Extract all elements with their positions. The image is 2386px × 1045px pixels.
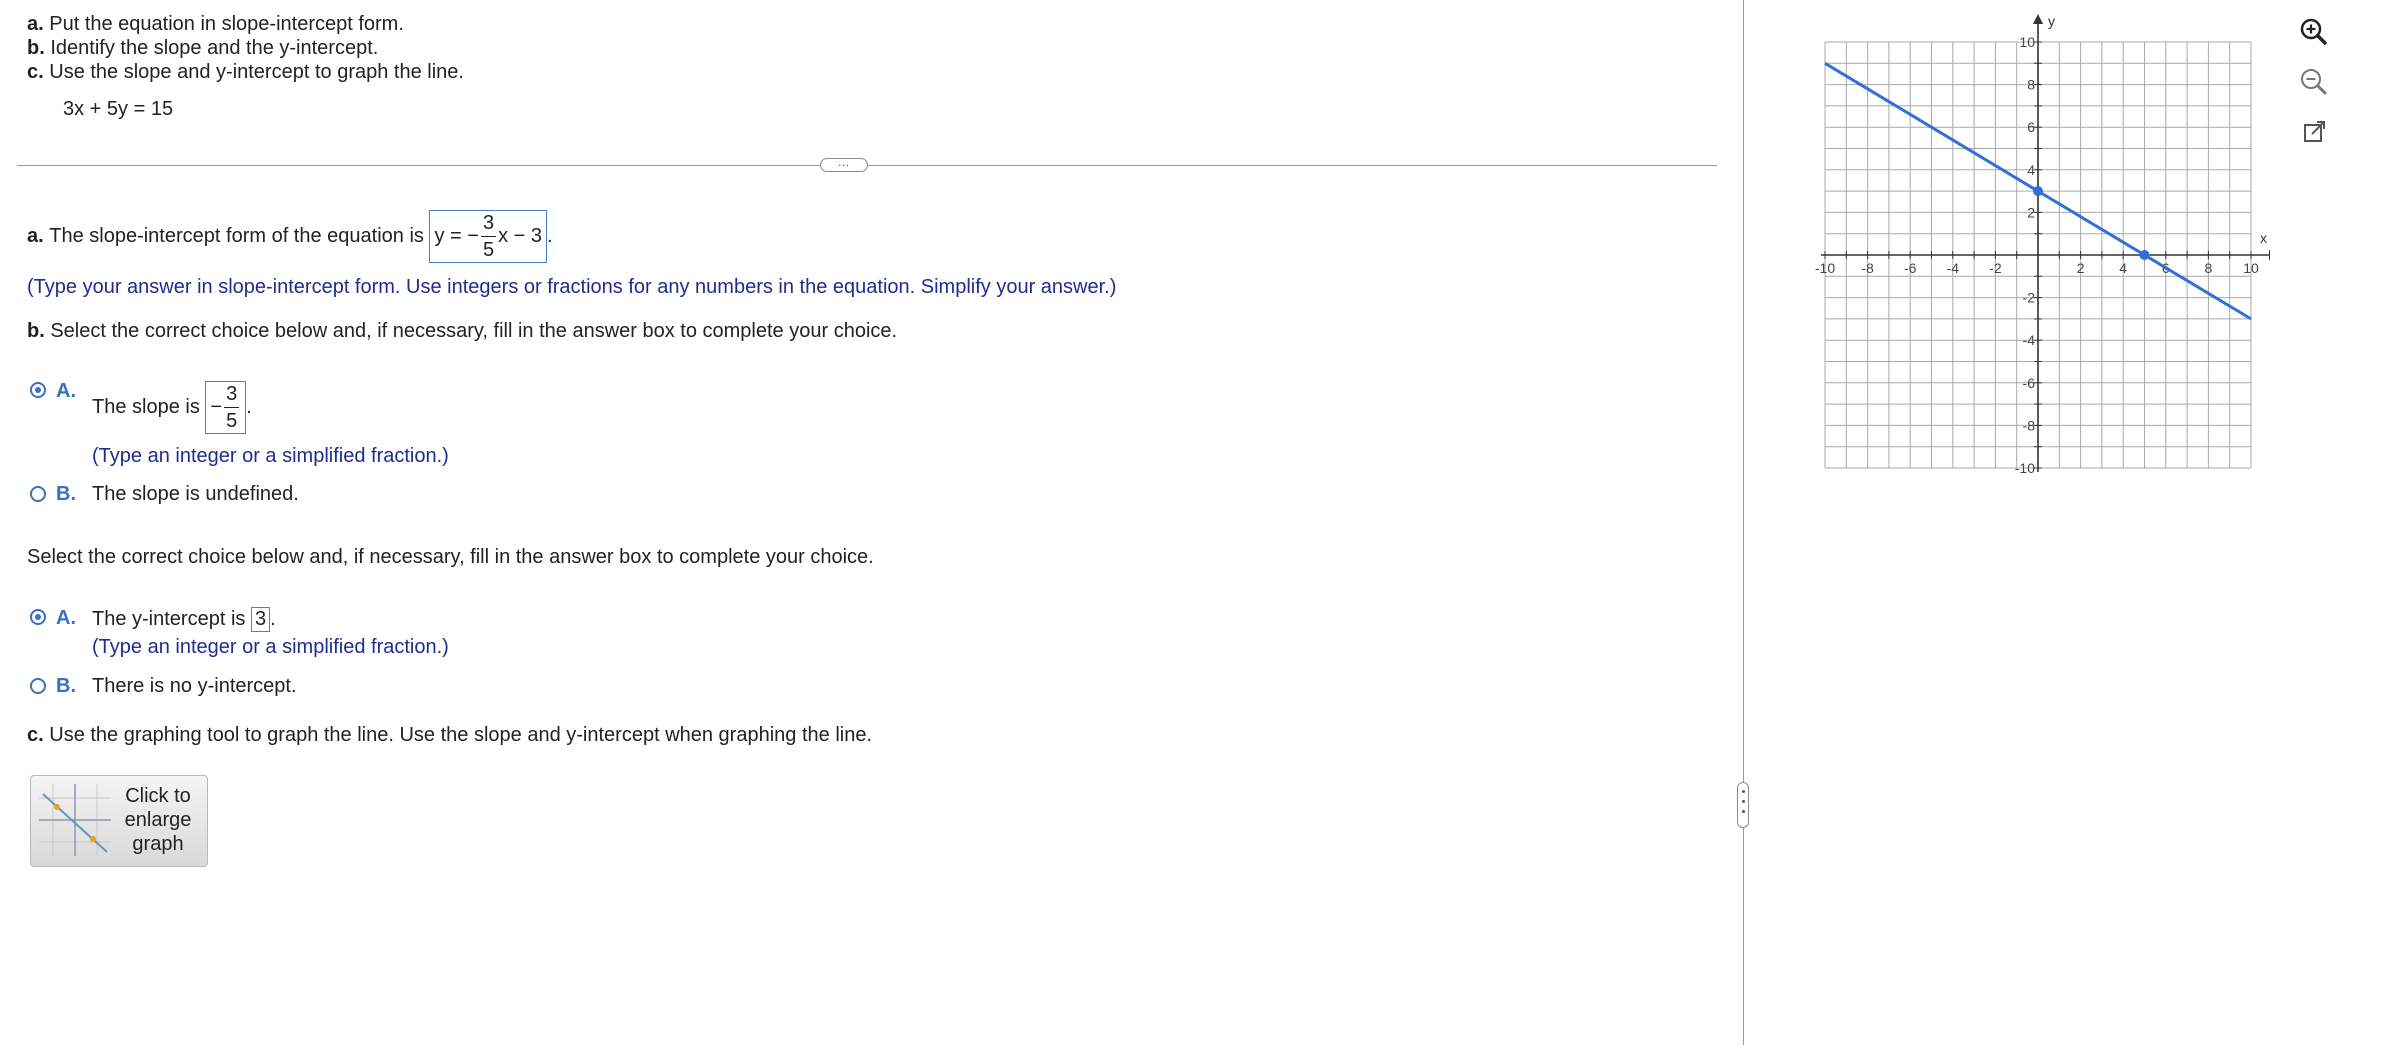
part-b-letter: b. xyxy=(27,320,45,342)
y-tick-label: 6 xyxy=(2027,119,2035,135)
intercept-option-a-text: The y-intercept is xyxy=(92,608,246,630)
y-tick-label: -6 xyxy=(2023,375,2036,391)
instr-a-letter: a. xyxy=(27,13,44,35)
slope-option-a-radio[interactable] xyxy=(30,382,46,398)
x-tick-label: 4 xyxy=(2119,260,2127,276)
instr-b-text: Identify the slope and the y-intercept. xyxy=(50,37,379,59)
slope-hint: (Type an integer or a simplified fractio… xyxy=(92,445,449,467)
part-a-letter: a. xyxy=(27,225,44,247)
part-a-hint: (Type your answer in slope-intercept for… xyxy=(27,276,1117,298)
plotted-point xyxy=(2139,250,2150,260)
y-tick-label: -4 xyxy=(2023,332,2036,348)
answer-prefix: y = − xyxy=(434,225,479,247)
intercept-option-b-letter: B. xyxy=(56,675,76,697)
intercept-option-a-line: The y-intercept is 3. xyxy=(92,607,276,632)
answer-fraction: 3 5 xyxy=(480,213,497,261)
axes xyxy=(1821,14,2270,472)
x-axis-label: x xyxy=(2260,230,2267,246)
enlarge-label-line3: graph xyxy=(132,833,184,855)
zoom-in-icon[interactable] xyxy=(2296,14,2332,50)
instr-c-text: Use the slope and y-intercept to graph t… xyxy=(49,61,464,83)
instr-a-text: Put the equation in slope-intercept form… xyxy=(49,13,404,35)
answer-suffix: x − 3 xyxy=(498,225,542,247)
x-tick-label: -8 xyxy=(1861,260,1874,276)
enlarge-graph-label: Click to enlarge graph xyxy=(113,784,203,856)
y-tick-label: 10 xyxy=(2019,34,2035,50)
intercept-option-a-radio[interactable] xyxy=(30,609,46,625)
intercept-option-a-letter: A. xyxy=(56,607,76,629)
intercept-option-b-text: There is no y-intercept. xyxy=(92,675,297,697)
part-a-text: The slope-intercept form of the equation… xyxy=(49,225,424,247)
y-tick-label: -8 xyxy=(2023,417,2036,433)
instructions: a. Put the equation in slope-intercept f… xyxy=(27,12,464,84)
y-axis-arrow xyxy=(2033,14,2043,24)
coordinate-graph[interactable]: -10-8-6-4-2246810 108642-2-4-6-8-10 x y xyxy=(1790,10,2270,480)
instr-c-letter: c. xyxy=(27,61,44,83)
x-tick-labels: -10-8-6-4-2246810 xyxy=(1815,260,2259,276)
fraction-denominator: 5 xyxy=(482,239,495,261)
x-axis-arrow xyxy=(2269,250,2270,260)
slope-option-a-text: The slope is xyxy=(92,396,200,418)
part-c-line: c. Use the graphing tool to graph the li… xyxy=(27,724,872,747)
fraction-numerator: 3 xyxy=(480,213,497,237)
y-tick-label: -2 xyxy=(2023,290,2036,306)
mini-graph-icon xyxy=(39,784,111,856)
x-tick-label: 2 xyxy=(2077,260,2085,276)
slope-numerator: 3 xyxy=(224,384,240,408)
y-tick-label: 2 xyxy=(2027,204,2035,220)
part-b-prompt: b. Select the correct choice below and, … xyxy=(27,320,897,343)
slope-fraction: 3 5 xyxy=(224,384,240,432)
slope-option-a-line: The slope is − 3 5 . xyxy=(92,381,252,434)
y-tick-label: 8 xyxy=(2027,77,2035,93)
slope-option-a-letter: A. xyxy=(56,380,76,402)
part-c-letter: c. xyxy=(27,724,44,746)
y-tick-label: 4 xyxy=(2027,162,2035,178)
intercept-hint: (Type an integer or a simplified fractio… xyxy=(92,636,449,658)
x-tick-label: 8 xyxy=(2205,260,2213,276)
given-equation: 3x + 5y = 15 xyxy=(63,98,174,120)
instr-b-letter: b. xyxy=(27,37,45,59)
slope-option-b-text: The slope is undefined. xyxy=(92,483,299,505)
x-tick-label: -10 xyxy=(1815,260,1835,276)
resize-handle[interactable] xyxy=(1737,782,1749,828)
enlarge-graph-button[interactable]: Click to enlarge graph xyxy=(30,775,208,867)
part-a-answer-box[interactable]: y = − 3 5 x − 3 xyxy=(429,210,547,263)
slope-denominator: 5 xyxy=(226,410,238,432)
slope-sign: − xyxy=(210,396,223,418)
expand-handle[interactable]: … xyxy=(820,156,868,172)
y-tick-label: -10 xyxy=(2015,460,2035,476)
slope-option-b-letter: B. xyxy=(56,483,76,505)
intercept-option-b-radio[interactable] xyxy=(30,678,46,694)
vertical-divider xyxy=(1743,0,1744,1045)
enlarge-label-line2: enlarge xyxy=(124,809,192,831)
popout-icon[interactable] xyxy=(2296,114,2332,150)
intercept-prompt: Select the correct choice below and, if … xyxy=(27,546,874,568)
slope-option-b-radio[interactable] xyxy=(30,486,46,502)
slope-answer-box[interactable]: − 3 5 xyxy=(205,381,247,434)
x-tick-label: 10 xyxy=(2243,260,2259,276)
part-a-line: a. The slope-intercept form of the equat… xyxy=(27,210,553,263)
intercept-answer-box[interactable]: 3 xyxy=(250,607,271,632)
zoom-out-icon[interactable] xyxy=(2296,64,2332,100)
plotted-point xyxy=(2033,186,2043,197)
enlarge-label-line1: Click to xyxy=(125,785,191,807)
part-c-text: Use the graphing tool to graph the line.… xyxy=(49,724,873,746)
x-tick-label: -2 xyxy=(1989,260,2002,276)
part-b-prompt-text: Select the correct choice below and, if … xyxy=(50,320,898,342)
x-tick-label: -6 xyxy=(1904,260,1917,276)
x-tick-label: -4 xyxy=(1947,260,1960,276)
y-axis-label: y xyxy=(2048,13,2055,29)
